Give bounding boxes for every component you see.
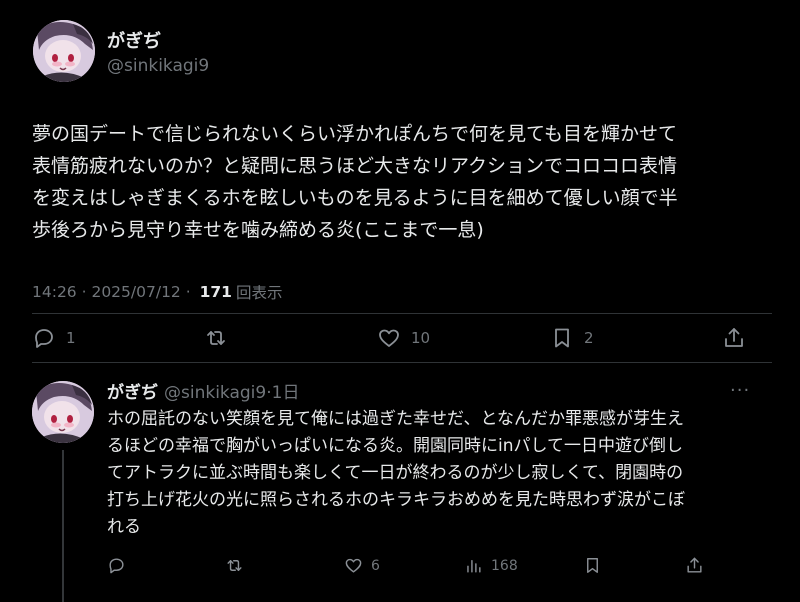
tweet-date[interactable]: 2025/07/12 <box>91 283 180 301</box>
retweet-icon <box>207 331 225 345</box>
reply-views-count: 168 <box>491 557 518 574</box>
like-button[interactable]: 10 <box>377 326 430 350</box>
tweet-time[interactable]: 14:26 <box>32 283 77 301</box>
divider <box>32 313 772 314</box>
tweet-actions: 1 10 2 <box>32 322 752 354</box>
reply-age[interactable]: 1日 <box>272 378 300 403</box>
bookmark-count: 2 <box>584 329 594 347</box>
reply-actions: 6 168 <box>107 554 707 578</box>
views-label: 回表示 <box>235 284 283 302</box>
heart-icon <box>345 558 362 573</box>
reply-button[interactable]: 1 <box>32 326 76 350</box>
retweet-button[interactable] <box>204 326 228 350</box>
reply-views-button[interactable]: 168 <box>464 556 518 575</box>
tweet-meta: 14:26 · 2025/07/12 · 171 回表示 <box>32 281 282 303</box>
avatar-illustration <box>33 20 95 82</box>
tweet-text: 夢の国デートで信じられないくらい浮かれぽんちで何を見ても目を輝かせて 表情筋疲れ… <box>32 123 678 241</box>
share-button[interactable] <box>722 326 746 350</box>
more-options-icon[interactable]: ··· <box>730 380 750 401</box>
bookmark-icon <box>587 558 598 573</box>
meta-separator: · <box>180 283 196 301</box>
reply-icon <box>35 329 53 348</box>
reply-like-button[interactable]: 6 <box>344 556 380 575</box>
bookmark-icon <box>555 328 569 348</box>
user-handle[interactable]: @sinkikagi9 <box>107 56 209 76</box>
reply-like-count: 6 <box>371 557 380 574</box>
display-name[interactable]: がぎぢ <box>107 27 161 53</box>
thread-line <box>62 450 64 602</box>
avatar[interactable] <box>33 20 95 82</box>
heart-icon <box>379 329 399 347</box>
reply-share-button[interactable] <box>685 556 704 575</box>
avatar-illustration <box>32 381 94 443</box>
reply-bookmark-button[interactable] <box>583 556 602 575</box>
reply-count: 1 <box>66 329 76 347</box>
reply-avatar[interactable] <box>32 381 94 443</box>
reply-handle[interactable]: @sinkikagi9 <box>164 383 266 403</box>
retweet-icon <box>227 560 242 571</box>
reply-text: ホの屈託のない笑顔を見て俺には過ぎた幸せだ、となんだか罪悪感が芽生え るほどの幸… <box>107 409 685 537</box>
reply-header: がぎぢ @sinkikagi9 · 1日 <box>107 378 299 403</box>
views-count: 171 <box>199 283 232 301</box>
analytics-icon <box>467 560 481 573</box>
like-count: 10 <box>411 329 431 347</box>
meta-separator: · <box>76 283 92 301</box>
share-icon <box>725 328 743 347</box>
bookmark-button[interactable]: 2 <box>550 326 594 350</box>
divider <box>32 362 772 363</box>
share-icon <box>687 557 702 573</box>
reply-display-name[interactable]: がぎぢ <box>107 378 158 403</box>
reply-retweet-button[interactable] <box>225 556 244 575</box>
reply-icon <box>109 558 124 574</box>
reply-reply-button[interactable] <box>107 556 126 575</box>
